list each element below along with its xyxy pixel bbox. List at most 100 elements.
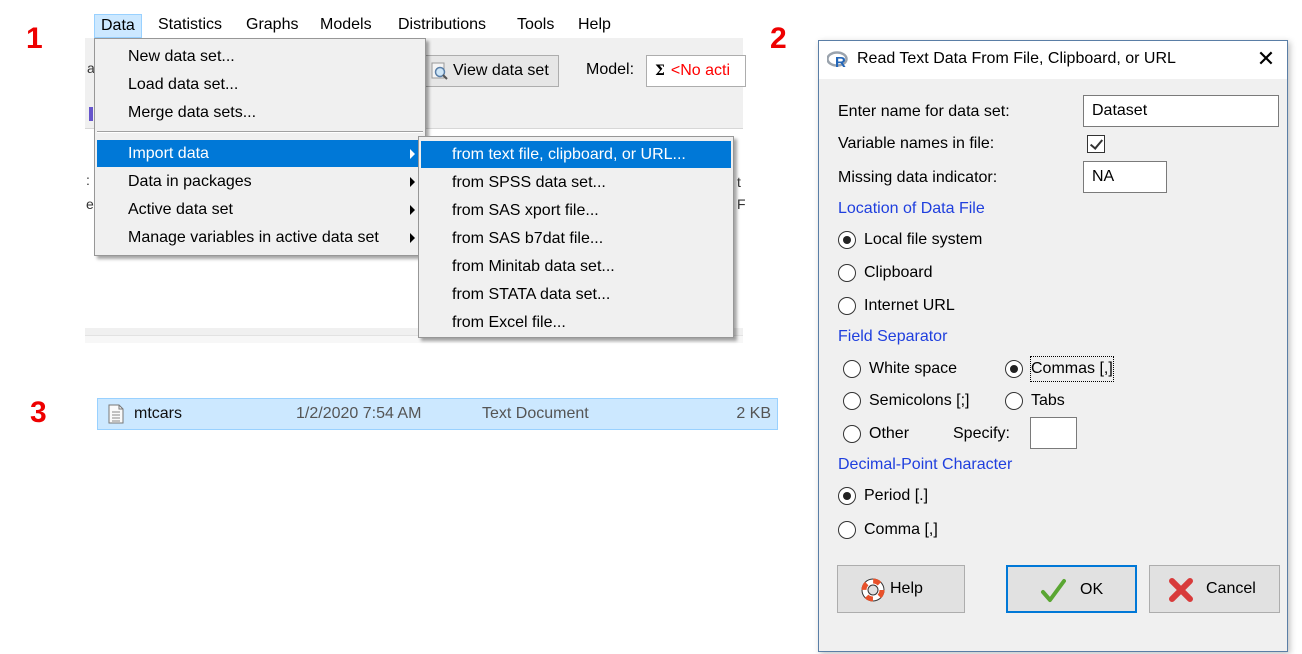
menu-item-label: from SAS b7dat file... [452, 230, 604, 247]
close-button[interactable]: ✕ [1251, 45, 1281, 75]
specify-separator-input[interactable] [1030, 417, 1077, 449]
menu-item-merge-data-sets[interactable]: Merge data sets... [97, 99, 423, 126]
step-number-2: 2 [770, 22, 787, 55]
hidden-text-fragment: F [737, 196, 746, 212]
menu-item-from-sas-b7dat[interactable]: from SAS b7dat file... [421, 225, 731, 252]
menu-statistics[interactable]: Statistics [152, 14, 228, 38]
menu-item-label: from STATA data set... [452, 286, 611, 303]
file-name: mtcars [134, 405, 182, 422]
radio-label: Semicolons [;] [869, 392, 970, 409]
view-data-set-button[interactable]: View data set [424, 55, 559, 87]
radio-label: Internet URL [864, 297, 955, 314]
decimal-section-header: Decimal-Point Character [838, 456, 1013, 473]
menu-item-from-excel[interactable]: from Excel file... [421, 309, 731, 336]
menu-item-manage-variables[interactable]: Manage variables in active data set [97, 224, 423, 251]
menu-models[interactable]: Models [314, 14, 378, 38]
menu-item-from-spss[interactable]: from SPSS data set... [421, 169, 731, 196]
menu-item-label: Load data set... [128, 76, 239, 93]
menu-help[interactable]: Help [572, 14, 617, 38]
import-data-submenu: from text file, clipboard, or URL... fro… [418, 136, 734, 338]
menu-item-label: from SAS xport file... [452, 202, 599, 219]
hidden-text-fragment: t [737, 174, 741, 190]
radio-label: Clipboard [864, 264, 933, 281]
checkmark-icon [1041, 579, 1066, 602]
ok-button[interactable]: OK [1006, 565, 1137, 613]
varnames-label: Variable names in file: [838, 135, 995, 152]
menu-item-label: from Excel file... [452, 314, 566, 331]
help-button[interactable]: Help [837, 565, 965, 613]
radio-label: Period [.] [864, 487, 929, 504]
menu-item-from-sas-xport[interactable]: from SAS xport file... [421, 197, 731, 224]
file-size: 2 KB [736, 405, 771, 422]
menu-item-label: Manage variables in active data set [128, 229, 379, 246]
menu-tools[interactable]: Tools [511, 14, 560, 38]
menu-item-label: from Minitab data set... [452, 258, 615, 275]
cancel-label: Cancel [1206, 580, 1256, 597]
menu-separator [97, 131, 423, 133]
r-logo-icon: R [827, 51, 848, 69]
step-number-3: 3 [30, 396, 47, 429]
menu-item-label: Merge data sets... [128, 104, 257, 121]
menu-item-active-data-set[interactable]: Active data set [97, 196, 423, 223]
data-menu: New data set... Load data set... Merge d… [94, 38, 426, 256]
specify-label: Specify: [953, 425, 1010, 442]
menu-graphs[interactable]: Graphs [240, 14, 304, 38]
radio-icon [843, 425, 861, 443]
menu-item-from-stata[interactable]: from STATA data set... [421, 281, 731, 308]
submenu-arrow-icon [410, 149, 415, 159]
red-x-icon [1169, 578, 1193, 602]
varnames-checkbox[interactable] [1087, 135, 1105, 153]
radio-icon [838, 521, 856, 539]
menu-item-new-data-set[interactable]: New data set... [97, 43, 423, 70]
radio-selected-icon [838, 231, 856, 249]
menu-bar: Data Statistics Graphs Models Distributi… [85, 10, 745, 38]
radio-icon [843, 392, 861, 410]
file-type: Text Document [482, 405, 589, 422]
menu-item-label: Import data [128, 145, 209, 162]
radio-icon [1005, 392, 1023, 410]
cancel-button[interactable]: Cancel [1149, 565, 1280, 613]
menu-item-from-text-file[interactable]: from text file, clipboard, or URL... [421, 141, 731, 168]
help-label: Help [890, 580, 923, 597]
magnifier-icon [431, 62, 448, 80]
location-section-header: Location of Data File [838, 200, 985, 217]
sigma-icon: Σ [655, 63, 665, 79]
menu-item-label: Active data set [128, 201, 233, 218]
menu-item-label: from text file, clipboard, or URL... [452, 146, 686, 163]
dialog-titlebar[interactable]: R Read Text Data From File, Clipboard, o… [819, 41, 1287, 79]
menu-item-import-data[interactable]: Import data [97, 140, 423, 167]
file-list-row[interactable]: mtcars 1/2/2020 7:54 AM Text Document 2 … [97, 398, 778, 430]
menu-item-load-data-set[interactable]: Load data set... [97, 71, 423, 98]
missing-indicator-label: Missing data indicator: [838, 169, 998, 186]
menu-distributions[interactable]: Distributions [392, 14, 492, 38]
submenu-arrow-icon [410, 233, 415, 243]
submenu-arrow-icon [410, 205, 415, 215]
missing-indicator-input[interactable]: NA [1083, 161, 1167, 193]
radio-label: Local file system [864, 231, 983, 248]
menu-data[interactable]: Data [94, 14, 142, 38]
hidden-text-fragment: : [86, 172, 90, 188]
radio-label: White space [869, 360, 958, 377]
menu-item-label: Data in packages [128, 173, 252, 190]
tab-marker [89, 107, 93, 121]
dataset-name-input[interactable]: Dataset [1083, 95, 1279, 127]
menu-item-from-minitab[interactable]: from Minitab data set... [421, 253, 731, 280]
model-label: Model: [586, 61, 635, 78]
menu-item-data-in-packages[interactable]: Data in packages [97, 168, 423, 195]
menu-item-label: New data set... [128, 48, 235, 65]
radio-icon [838, 297, 856, 315]
model-selector[interactable]: Σ <No acti [646, 55, 746, 87]
dataset-name-label: Enter name for data set: [838, 103, 1010, 120]
submenu-arrow-icon [410, 177, 415, 187]
dialog-title: Read Text Data From File, Clipboard, or … [857, 50, 1176, 67]
radio-label: Tabs [1031, 392, 1065, 409]
radio-label: Other [869, 425, 910, 442]
step-number-1: 1 [26, 22, 43, 55]
text-document-icon [108, 404, 124, 424]
menu-item-label: from SPSS data set... [452, 174, 606, 191]
lifebuoy-icon [861, 578, 885, 602]
file-date-modified: 1/2/2020 7:54 AM [296, 405, 422, 422]
model-value: <No acti [670, 62, 731, 79]
radio-label: Comma [,] [864, 521, 938, 538]
ok-label: OK [1080, 581, 1104, 598]
